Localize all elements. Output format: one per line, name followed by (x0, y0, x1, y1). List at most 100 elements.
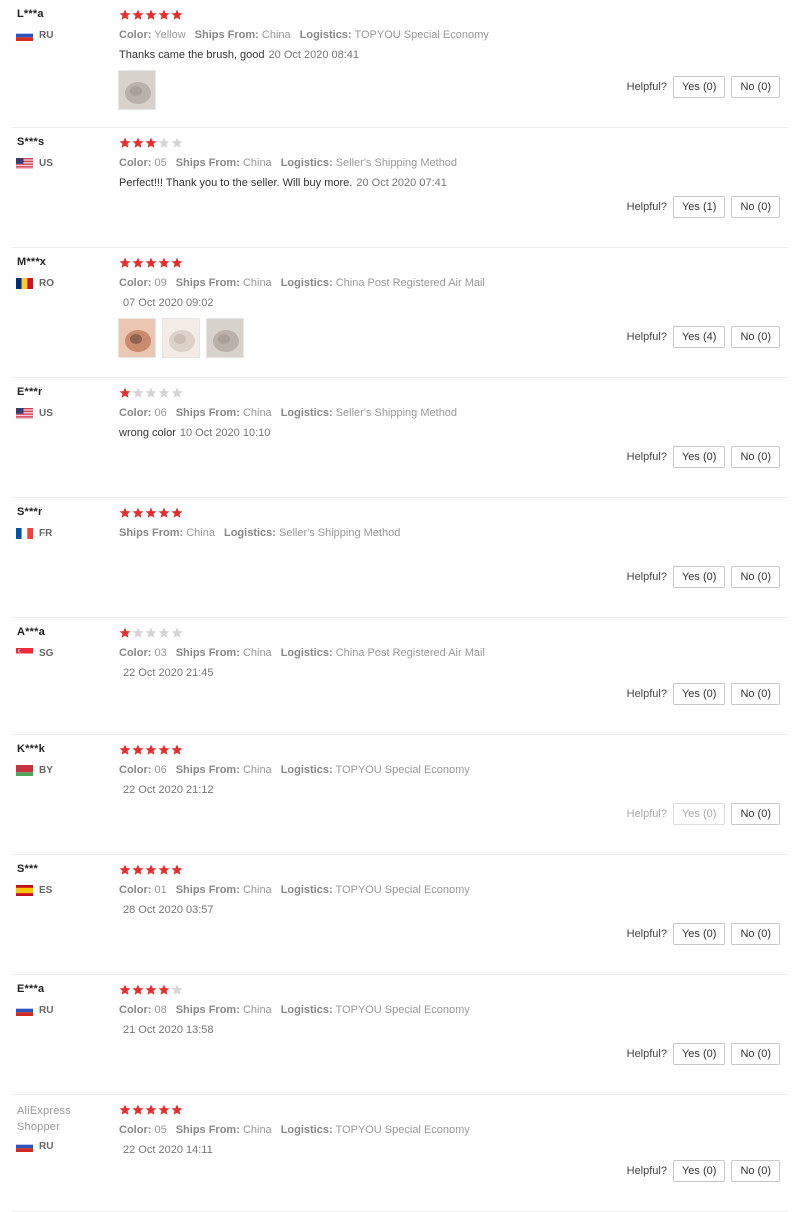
helpful-yes-button[interactable]: Yes (0) (672, 76, 726, 98)
logistics-value: TOPYOU Special Economy (335, 884, 470, 896)
helpful-no-button[interactable]: No (0) (731, 803, 780, 825)
helpful-yes-button[interactable]: Yes (0) (672, 803, 726, 825)
country-code: US (39, 158, 53, 169)
color-value: 09 (154, 277, 167, 289)
country-code: US (39, 408, 53, 419)
star-filled-icon (145, 9, 157, 20)
star-filled-icon (171, 257, 183, 268)
star-filled-icon (132, 507, 144, 518)
helpful-yes-button[interactable]: Yes (0) (672, 923, 726, 945)
helpful-no-button[interactable]: No (0) (731, 683, 780, 705)
ships-from-value: China (261, 29, 291, 41)
review-photos (118, 70, 156, 110)
review-date: 22 Oct 2020 21:45 (123, 667, 214, 679)
review-date: 20 Oct 2020 07:41 (356, 177, 447, 189)
reviewer-country: RU (16, 1141, 53, 1152)
ships-from-label: Ships From: (119, 527, 184, 539)
color-label: Color: (119, 277, 152, 289)
color-label: Color: (119, 29, 152, 41)
ships-from-label: Ships From: (175, 764, 240, 776)
helpful-no-button[interactable]: No (0) (731, 1043, 780, 1065)
star-filled-icon (119, 9, 131, 20)
review-photo-thumbnail[interactable] (162, 318, 200, 358)
helpful-yes-button[interactable]: Yes (4) (672, 326, 726, 348)
country-flag-icon (16, 408, 33, 419)
reviewer-country: RO (16, 278, 54, 289)
helpful-yes-button[interactable]: Yes (0) (672, 446, 726, 468)
review-comment: 21 Oct 2020 13:58 (119, 1024, 214, 1036)
star-filled-icon (119, 984, 131, 995)
helpful-no-button[interactable]: No (0) (731, 923, 780, 945)
star-filled-icon (171, 744, 183, 755)
review-text: wrong color (119, 427, 176, 439)
review-photo-thumbnail[interactable] (118, 70, 156, 110)
logistics-value: Seller's Shipping Method (335, 157, 458, 169)
helpful-no-button[interactable]: No (0) (731, 446, 780, 468)
review-date: 22 Oct 2020 14:11 (123, 1144, 213, 1156)
star-rating (119, 744, 183, 756)
review-comment: 22 Oct 2020 21:45 (119, 667, 214, 679)
star-filled-icon (119, 1104, 131, 1115)
color-label: Color: (119, 1124, 152, 1136)
review-text: Thanks came the brush, good (119, 49, 265, 61)
review-text: Perfect!!! Thank you to the seller. Will… (119, 177, 353, 189)
ships-from-value: China (242, 1124, 272, 1136)
reviewer-country: BY (16, 765, 53, 776)
logistics-label: Logistics: (299, 29, 352, 41)
review-item: S***r FR Ships From: China Logistics: Sel… (0, 498, 800, 618)
country-code: RU (39, 30, 54, 41)
reviewer-name: A***a (17, 626, 45, 638)
star-empty-icon (145, 627, 157, 638)
logistics-label: Logistics: (280, 1124, 333, 1136)
star-rating (119, 984, 183, 996)
star-filled-icon (171, 864, 183, 875)
helpful-yes-button[interactable]: Yes (0) (672, 566, 726, 588)
star-filled-icon (132, 1104, 144, 1115)
reviewer-country: SG (16, 648, 53, 659)
helpful-no-button[interactable]: No (0) (731, 196, 780, 218)
reviewer-name: K***k (17, 743, 45, 755)
helpful-label: Helpful? (626, 331, 667, 343)
star-filled-icon (171, 1104, 183, 1115)
color-value: 06 (154, 407, 167, 419)
helpful-voting: Helpful? Yes (0) No (0) (627, 446, 780, 468)
helpful-no-button[interactable]: No (0) (731, 566, 780, 588)
ships-from-label: Ships From: (175, 884, 240, 896)
review-photo-thumbnail[interactable] (118, 318, 156, 358)
helpful-yes-button[interactable]: Yes (0) (672, 683, 726, 705)
star-filled-icon (132, 744, 144, 755)
order-attributes: Color: 01 Ships From: China Logistics: TOP… (119, 884, 479, 896)
helpful-voting: Helpful? Yes (1) No (0) (627, 196, 780, 218)
star-empty-icon (171, 627, 183, 638)
logistics-value: China Post Registered Air Mail (335, 647, 485, 659)
star-rating (119, 1104, 183, 1116)
order-attributes: Color: 05 Ships From: China Logistics: TOP… (119, 1124, 479, 1136)
helpful-no-button[interactable]: No (0) (731, 76, 780, 98)
helpful-yes-button[interactable]: Yes (1) (672, 196, 726, 218)
star-filled-icon (145, 137, 157, 148)
star-filled-icon (158, 507, 170, 518)
ships-from-value: China (186, 527, 215, 539)
helpful-yes-button[interactable]: Yes (0) (672, 1160, 726, 1182)
review-item: E***a RU Color: 08 Ships From: China Logis… (0, 975, 800, 1095)
helpful-no-button[interactable]: No (0) (731, 1160, 780, 1182)
review-item: S*** ES Color: 01 Ships From: China Logist… (0, 855, 800, 975)
country-code: RO (39, 278, 54, 289)
review-comment: 07 Oct 2020 09:02 (119, 297, 214, 309)
ships-from-label: Ships From: (175, 157, 240, 169)
helpful-voting: Helpful? Yes (0) No (0) (627, 803, 780, 825)
helpful-voting: Helpful? Yes (0) No (0) (627, 1160, 780, 1182)
star-empty-icon (132, 387, 144, 398)
logistics-label: Logistics: (280, 1004, 333, 1016)
review-photo-thumbnail[interactable] (206, 318, 244, 358)
helpful-voting: Helpful? Yes (0) No (0) (627, 923, 780, 945)
review-date: 28 Oct 2020 03:57 (123, 904, 214, 916)
review-item: E***r US Color: 06 Ships From: China Logis… (0, 378, 800, 498)
review-date: 22 Oct 2020 21:12 (123, 784, 214, 796)
review-item: K***k BY Color: 06 Ships From: China Logis… (0, 735, 800, 855)
reviewer-name: M***x (17, 256, 47, 268)
helpful-yes-button[interactable]: Yes (0) (672, 1043, 726, 1065)
helpful-no-button[interactable]: No (0) (731, 326, 780, 348)
ships-from-label: Ships From: (175, 647, 240, 659)
review-date: 21 Oct 2020 13:58 (123, 1024, 214, 1036)
